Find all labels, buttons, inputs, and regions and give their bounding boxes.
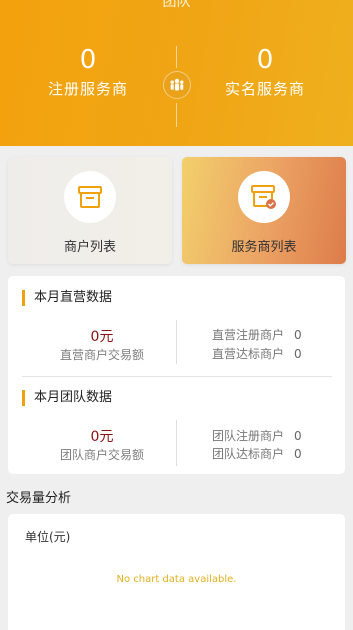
team-amount: 0元 bbox=[90, 429, 114, 445]
transaction-chart-panel: 单位(元) No chart data available. bbox=[8, 514, 345, 630]
team-registered-label: 团队注册商户 bbox=[212, 429, 285, 443]
direct-amount-label: 直营商户交易额 bbox=[59, 348, 144, 362]
team-amount-label: 团队商户交易额 bbox=[59, 448, 144, 462]
chart-unit-label: 单位(元) bbox=[25, 530, 71, 544]
direct-registered-row: 直营注册商户 0 bbox=[212, 326, 302, 343]
registered-providers-count: 0 bbox=[79, 45, 97, 75]
verified-providers-stat[interactable]: 0 实名服务商 bbox=[177, 44, 353, 100]
provider-list-card[interactable]: 服务商列表 bbox=[182, 157, 346, 264]
verified-providers-label: 实名服务商 bbox=[224, 80, 305, 98]
direct-qualified-label: 直营达标商户 bbox=[212, 347, 285, 361]
team-vertical-divider bbox=[176, 420, 177, 466]
merchant-list-card[interactable]: 商户列表 bbox=[8, 157, 172, 264]
team-qualified-row: 团队达标商户 0 bbox=[212, 445, 302, 462]
direct-qualified-value: 0 bbox=[294, 347, 302, 361]
team-qualified-value: 0 bbox=[294, 447, 302, 461]
section-divider bbox=[22, 376, 332, 377]
provider-list-label: 服务商列表 bbox=[231, 240, 297, 255]
team-header: 团队 0 注册服务商 0 实名服务商 bbox=[0, 0, 353, 146]
page-title: 团队 bbox=[162, 0, 191, 10]
chart-empty-message: No chart data available. bbox=[116, 574, 237, 585]
monthly-data-panel: 本月直营数据 0元 直营商户交易额 直营注册商户 0 直营达标商户 0 本月团队数据… bbox=[8, 276, 345, 474]
provider-list-icon-circle bbox=[238, 171, 290, 223]
direct-registered-label: 直营注册商户 bbox=[212, 328, 285, 342]
direct-vertical-divider bbox=[176, 320, 177, 364]
verified-providers-count: 0 bbox=[256, 45, 274, 75]
merchant-list-icon-circle bbox=[64, 171, 116, 223]
registered-providers-stat[interactable]: 0 注册服务商 bbox=[0, 44, 176, 100]
direct-registered-value: 0 bbox=[294, 328, 302, 342]
direct-amount: 0元 bbox=[90, 329, 114, 345]
direct-data-title: 本月直营数据 bbox=[22, 290, 112, 306]
team-registered-value: 0 bbox=[294, 429, 302, 443]
team-data-title: 本月团队数据 bbox=[22, 390, 112, 406]
archive-box-icon bbox=[78, 186, 102, 208]
header-divider-bottom bbox=[176, 103, 177, 127]
analysis-title: 交易量分析 bbox=[6, 491, 72, 506]
registered-providers-label: 注册服务商 bbox=[47, 80, 128, 98]
merchant-list-label: 商户列表 bbox=[63, 240, 116, 255]
team-registered-row: 团队注册商户 0 bbox=[212, 427, 302, 444]
direct-qualified-row: 直营达标商户 0 bbox=[212, 345, 302, 362]
team-qualified-label: 团队达标商户 bbox=[212, 447, 285, 461]
archive-check-icon bbox=[251, 185, 276, 209]
